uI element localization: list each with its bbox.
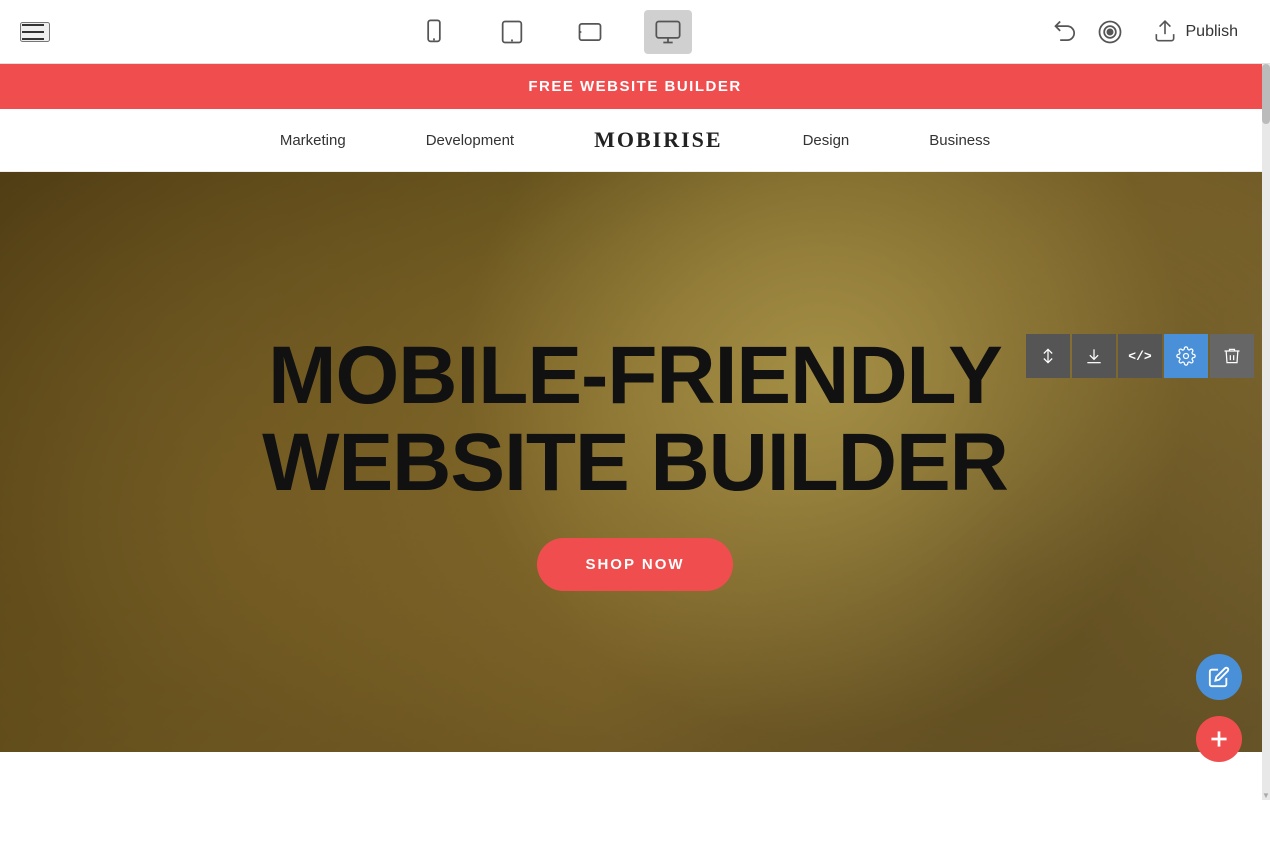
shop-now-button[interactable]: SHOP NOW (537, 538, 732, 591)
section-move-button[interactable] (1026, 334, 1070, 378)
mobile-view-button[interactable] (410, 10, 458, 54)
hero-title-line1: MOBILE-FRIENDLY (268, 330, 1002, 421)
tablet-landscape-view-button[interactable] (566, 10, 614, 54)
menu-button[interactable] (20, 22, 50, 42)
section-toolbar: </> (1026, 334, 1254, 378)
device-switcher (410, 10, 692, 54)
top-toolbar: Publish (0, 0, 1270, 64)
nav-item-development[interactable]: Development (426, 132, 514, 149)
hero-title: MOBILE-FRIENDLY WEBSITE BUILDER (262, 333, 1008, 505)
section-code-button[interactable]: </> (1118, 334, 1162, 378)
scrollbar-thumb[interactable] (1262, 64, 1270, 124)
promo-text: FREE WEBSITE BUILDER (528, 78, 741, 95)
promo-banner: FREE WEBSITE BUILDER (0, 64, 1270, 109)
undo-button[interactable] (1052, 18, 1080, 46)
toolbar-right: Publish (1052, 13, 1250, 51)
hero-content: MOBILE-FRIENDLY WEBSITE BUILDER SHOP NOW (262, 333, 1008, 590)
desktop-view-button[interactable] (644, 10, 692, 54)
main-content: FREE WEBSITE BUILDER Marketing Developme… (0, 64, 1270, 800)
section-download-button[interactable] (1072, 334, 1116, 378)
publish-label: Publish (1186, 23, 1238, 41)
section-settings-button[interactable] (1164, 334, 1208, 378)
scrollbar-track: ▼ (1262, 64, 1270, 800)
edit-fab-button[interactable] (1196, 654, 1242, 700)
nav-item-design[interactable]: Design (803, 132, 850, 149)
tablet-view-button[interactable] (488, 10, 536, 54)
add-section-fab-button[interactable] (1196, 716, 1242, 762)
site-logo: MOBIRISE (594, 127, 722, 153)
scroll-down-arrow[interactable]: ▼ (1262, 791, 1270, 800)
hero-section: MOBILE-FRIENDLY WEBSITE BUILDER SHOP NOW… (0, 172, 1270, 752)
site-nav: Marketing Development MOBIRISE Design Bu… (0, 109, 1270, 172)
hero-title-line2: WEBSITE BUILDER (262, 417, 1008, 508)
section-delete-button[interactable] (1210, 334, 1254, 378)
nav-item-marketing[interactable]: Marketing (280, 132, 346, 149)
nav-item-business[interactable]: Business (929, 132, 990, 149)
preview-button[interactable] (1096, 18, 1124, 46)
toolbar-left (20, 22, 50, 42)
publish-button[interactable]: Publish (1140, 13, 1250, 51)
